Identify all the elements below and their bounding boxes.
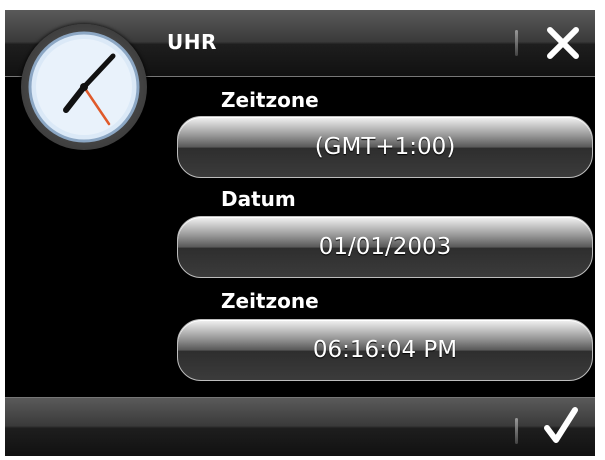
timezone-field[interactable]: (GMT+1:00) <box>177 116 593 178</box>
checkmark-icon <box>544 407 578 443</box>
clock-settings-screen: UHR Zeitzone (GMT+1:00) Datum 01/01/2003… <box>5 10 595 456</box>
timezone-label: Zeitzone <box>221 88 319 112</box>
close-button[interactable] <box>545 25 581 61</box>
time-label: Zeitzone <box>221 289 319 313</box>
separator <box>515 30 518 56</box>
time-field[interactable]: 06:16:04 PM <box>177 319 593 381</box>
date-label: Datum <box>221 187 296 211</box>
clock-icon <box>21 24 147 150</box>
close-icon <box>547 27 579 59</box>
separator <box>515 418 518 444</box>
window-title: UHR <box>167 30 217 54</box>
confirm-button[interactable] <box>541 406 581 446</box>
bottom-bar <box>5 397 595 456</box>
date-field[interactable]: 01/01/2003 <box>177 216 593 278</box>
